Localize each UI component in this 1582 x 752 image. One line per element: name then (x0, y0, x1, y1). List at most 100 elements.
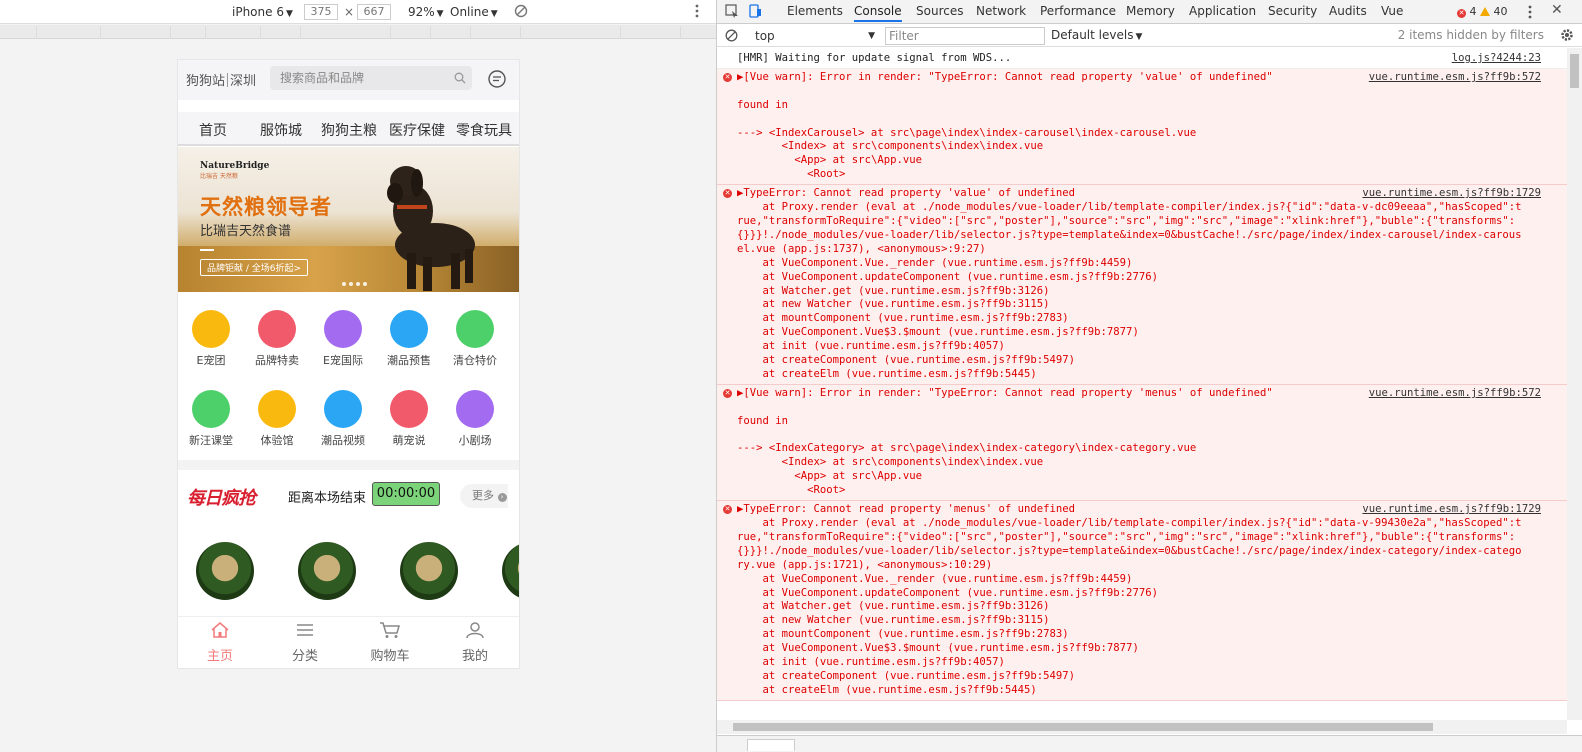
tag-icon (258, 310, 296, 348)
error-count: 4 (1469, 5, 1477, 18)
shortcut-video[interactable]: 潮品视频 (310, 390, 376, 448)
tab-application[interactable]: Application (1189, 4, 1256, 18)
message-icon[interactable] (487, 69, 507, 92)
product-image[interactable] (400, 542, 458, 600)
console-toolbar: top ▼ Filter Default levels ▼ 2 items hidd… (717, 25, 1582, 47)
network-throttle-select[interactable]: Online ▼ (450, 5, 498, 19)
warning-icon (1480, 7, 1490, 16)
hidden-items-info: 2 items hidden by filters (1397, 28, 1544, 42)
console-error-message[interactable]: ✕ ▶TypeError: Cannot read property 'menus… (717, 501, 1567, 701)
drawer-bar (717, 735, 1582, 752)
horizontal-scrollbar[interactable] (717, 720, 1567, 734)
nav-item[interactable]: 零食玩具 (456, 120, 512, 140)
tab-elements[interactable]: Elements (787, 4, 843, 18)
device-pane: iPhone 6 ▼ 375 × 667 92% ▼ Online ▼ 狗狗站 深圳 搜… (0, 0, 716, 752)
tab-sources[interactable]: Sources (916, 4, 963, 18)
clear-console-icon[interactable] (725, 29, 738, 45)
tab-memory[interactable]: Memory (1126, 4, 1175, 18)
log-levels-select[interactable]: Default levels ▼ (1051, 28, 1142, 42)
site-name: 狗狗站 (186, 74, 226, 89)
message-text: [HMR] Waiting for update signal from WDS… (737, 52, 1012, 64)
nav-item[interactable]: 服饰城 (260, 120, 302, 140)
tab-profile[interactable]: 我的 (445, 621, 505, 664)
source-link[interactable]: vue.runtime.esm.js?ff9b:1729 (1362, 503, 1541, 517)
tab-cart[interactable]: 购物车 (360, 621, 420, 664)
device-select[interactable]: iPhone 6 ▼ (232, 5, 293, 19)
location-selector[interactable]: 狗狗站 深圳 (186, 70, 256, 89)
error-icon: ✕ (723, 72, 732, 82)
product-image[interactable] (196, 542, 254, 600)
close-icon[interactable]: ✕ (1551, 2, 1563, 18)
e-pet-group-icon (192, 310, 230, 348)
banner-button[interactable]: 品牌钜献 / 全场6折起> (200, 259, 309, 276)
message-text: ▶TypeError: Cannot read property 'menus'… (737, 503, 1522, 696)
product-image[interactable] (298, 542, 356, 600)
search-input[interactable]: 搜索商品和品牌 (270, 66, 472, 90)
tab-performance[interactable]: Performance (1040, 4, 1116, 18)
tab-home[interactable]: 主页 (190, 621, 250, 664)
height-input[interactable]: 667 (357, 4, 391, 20)
filter-input[interactable]: Filter (885, 27, 1045, 45)
countdown-label: 距离本场结束 (288, 491, 367, 506)
store-icon (258, 390, 296, 428)
shortcut-class[interactable]: 新汪课堂 (178, 390, 244, 448)
tab-console[interactable]: Console (854, 4, 902, 22)
product-image[interactable] (502, 542, 519, 600)
source-link[interactable]: vue.runtime.esm.js?ff9b:572 (1369, 71, 1541, 85)
inspect-element-icon[interactable] (725, 4, 739, 21)
shortcut-international[interactable]: E宠国际 (310, 310, 376, 368)
warning-count: 40 (1493, 5, 1508, 18)
devtools-panel: Elements Console Sources Network Perform… (717, 0, 1582, 752)
tab-security[interactable]: Security (1268, 4, 1317, 18)
shortcut-experience[interactable]: 体验馆 (244, 390, 310, 448)
zoom-select[interactable]: 92% ▼ (408, 5, 444, 19)
gear-icon[interactable] (1560, 28, 1574, 45)
source-link[interactable]: vue.runtime.esm.js?ff9b:572 (1369, 387, 1541, 401)
tab-audits[interactable]: Audits (1329, 4, 1367, 18)
shortcut-pet-talk[interactable]: 萌宠说 (376, 390, 442, 448)
source-link[interactable]: vue.runtime.esm.js?ff9b:1729 (1362, 187, 1541, 201)
city-name: 深圳 (230, 74, 257, 89)
star-icon (390, 310, 428, 348)
shortcut-e-pet-group[interactable]: E宠团 (178, 310, 244, 368)
vertical-scrollbar[interactable] (1567, 48, 1582, 720)
tab-vue[interactable]: Vue (1381, 4, 1403, 18)
kebab-menu-icon[interactable] (1527, 4, 1533, 23)
console-error-message[interactable]: ✕ ▶[Vue warn]: Error in render: "TypeErro… (717, 384, 1567, 502)
carousel-banner[interactable]: NatureBridge 比瑞吉 天然粮 天然粮领导者 比瑞吉天然食谱 品牌钜献 … (178, 147, 519, 292)
nav-item[interactable]: 狗狗主粮 (321, 120, 377, 140)
shortcut-brand-sale[interactable]: 品牌特卖 (244, 310, 310, 368)
media-query-ruler (0, 25, 716, 39)
console-error-message[interactable]: ✕ ▶TypeError: Cannot read property 'value… (717, 185, 1567, 385)
rotate-icon[interactable] (514, 4, 528, 21)
nav-item[interactable]: 首页 (199, 120, 227, 140)
carousel-dots[interactable] (342, 275, 370, 289)
banner-headline: 天然粮领导者 (200, 195, 332, 219)
width-input[interactable]: 375 (304, 4, 338, 20)
nav-item[interactable]: 医疗保健 (389, 120, 445, 140)
shortcut-presale[interactable]: 潮品预售 (376, 310, 442, 368)
issue-counters[interactable]: ✕ 4 40 (1457, 5, 1508, 18)
user-icon (466, 622, 484, 639)
dimension-separator: × (344, 5, 355, 19)
countdown-timer: 00:00:00 (372, 482, 440, 506)
search-placeholder: 搜索商品和品牌 (280, 71, 365, 85)
tab-network[interactable]: Network (976, 4, 1026, 18)
device-toolbar-icon[interactable] (748, 4, 762, 21)
shortcut-clearance[interactable]: 清仓特价 (442, 310, 508, 368)
console-log-message[interactable]: [HMR] Waiting for update signal from WDS… (717, 48, 1567, 69)
category-nav: 首页 服饰城 狗狗主粮 医疗保健 零食玩具 (178, 112, 519, 146)
flash-sale-header: 每日疯抢 距离本场结束 00:00:00 更多 › (178, 470, 519, 516)
more-link[interactable]: 更多 › (460, 484, 508, 508)
source-link[interactable]: log.js?4244:23 (1452, 52, 1541, 66)
bag-icon (456, 310, 494, 348)
console-error-message[interactable]: ✕ ▶[Vue warn]: Error in render: "TypeErro… (717, 68, 1567, 186)
message-text: ▶[Vue warn]: Error in render: "TypeError… (737, 70, 1273, 181)
planet-icon (324, 310, 362, 348)
dog-image (387, 166, 475, 291)
context-select[interactable]: top ▼ (753, 28, 875, 44)
device-toolbar: iPhone 6 ▼ 375 × 667 92% ▼ Online ▼ (0, 0, 716, 24)
shortcut-theater[interactable]: 小剧场 (442, 390, 508, 448)
tab-category[interactable]: 分类 (275, 621, 335, 664)
more-options-icon[interactable] (694, 3, 700, 22)
